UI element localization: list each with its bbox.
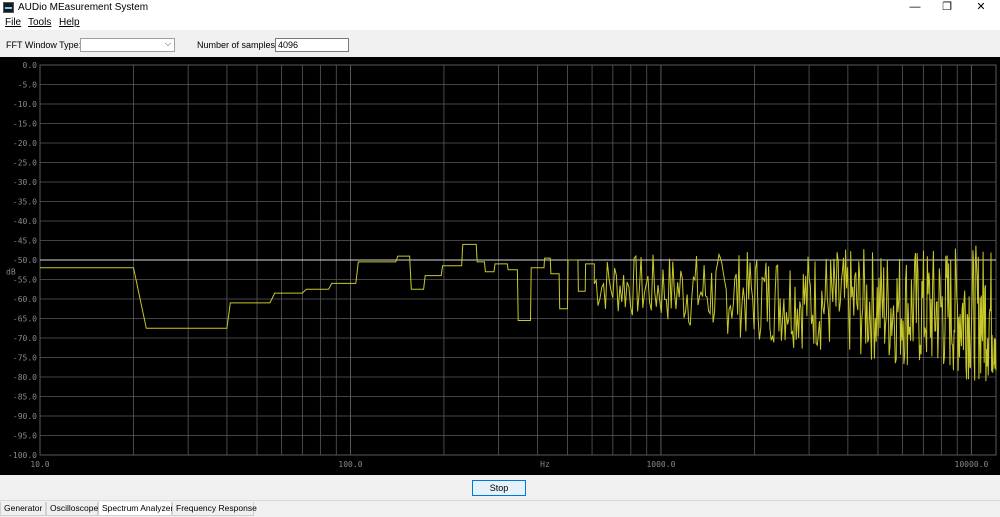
y-tick-label: -15.0 [13,120,37,129]
x-tick-label: 1000.0 [646,460,675,469]
tab-spectrum-analyzer[interactable]: Spectrum Analyzer [98,502,173,516]
y-tick-label: -20.0 [13,139,37,148]
app-icon [3,2,14,13]
samples-label: Number of samples: [197,40,278,50]
title-bar: AUDio MEasurement System — ❐ ✕ [0,0,1000,16]
minimize-button[interactable]: — [900,0,930,16]
y-tick-label: -100.0 [8,451,37,460]
y-tick-label: -5.0 [18,81,37,90]
maximize-button[interactable]: ❐ [932,0,962,16]
tab-generator[interactable]: Generator [0,502,46,516]
y-tick-label: -80.0 [13,373,37,382]
spectrum-chart: 0.0 -5.0 -10.0 -15.0 -20.0 -25.0 -30.0 -35.0 -40… [6,61,997,469]
tab-oscilloscope[interactable]: Oscilloscope [46,502,98,516]
fft-window-select[interactable]: ⌵ [80,38,175,52]
chevron-down-icon: ⌵ [164,39,171,48]
y-tick-label: -10.0 [13,100,37,109]
y-tick-label: -90.0 [13,412,37,421]
spectrum-plot: 0.0 -5.0 -10.0 -15.0 -20.0 -25.0 -30.0 -35.0 -40… [0,57,1000,475]
menu-file[interactable]: File [5,17,21,28]
fft-window-label: FFT Window Type: [6,40,82,50]
samples-input[interactable]: 4096 [275,38,349,52]
y-tick-label: -40.0 [13,217,37,226]
menu-bar: File Tools Help [0,16,1000,30]
x-tick-label: 10000.0 [955,460,989,469]
stop-button[interactable]: Stop [472,480,526,496]
menu-tools-label: Tools [28,17,52,28]
y-tick-label: -30.0 [13,178,37,187]
toolbar: FFT Window Type: ⌵ Number of samples: 40… [0,33,1000,57]
y-tick-label: 0.0 [23,61,38,70]
spectrum-series-line [40,243,997,382]
menu-tools[interactable]: Tools [28,17,51,28]
x-tick-label: 100.0 [338,460,362,469]
y-tick-label: -45.0 [13,237,37,246]
menu-file-label: File [5,17,22,28]
y-tick-label: -35.0 [13,198,37,207]
x-tick-label: 10.0 [30,460,49,469]
y-tick-label: -25.0 [13,159,37,168]
x-axis-label: Hz [540,460,550,469]
y-tick-label: -55.0 [13,276,37,285]
menu-help[interactable]: Help [59,17,80,28]
tab-frequency-response[interactable]: Frequency Response [172,502,257,516]
tab-bar: Generator Oscilloscope Spectrum Analyzer… [0,500,1000,517]
y-tick-label: -95.0 [13,432,37,441]
close-button[interactable]: ✕ [966,0,996,16]
menu-help-label: Help [59,17,80,28]
y-tick-label: -75.0 [13,354,37,363]
y-axis-label: dB [6,268,16,277]
y-tick-label: -60.0 [13,295,37,304]
window-title: AUDio MEasurement System [18,2,149,13]
y-tick-label: -70.0 [13,334,37,343]
y-tick-label: -85.0 [13,393,37,402]
y-tick-label: -65.0 [13,315,37,324]
y-tick-label: -50.0 [13,256,37,265]
